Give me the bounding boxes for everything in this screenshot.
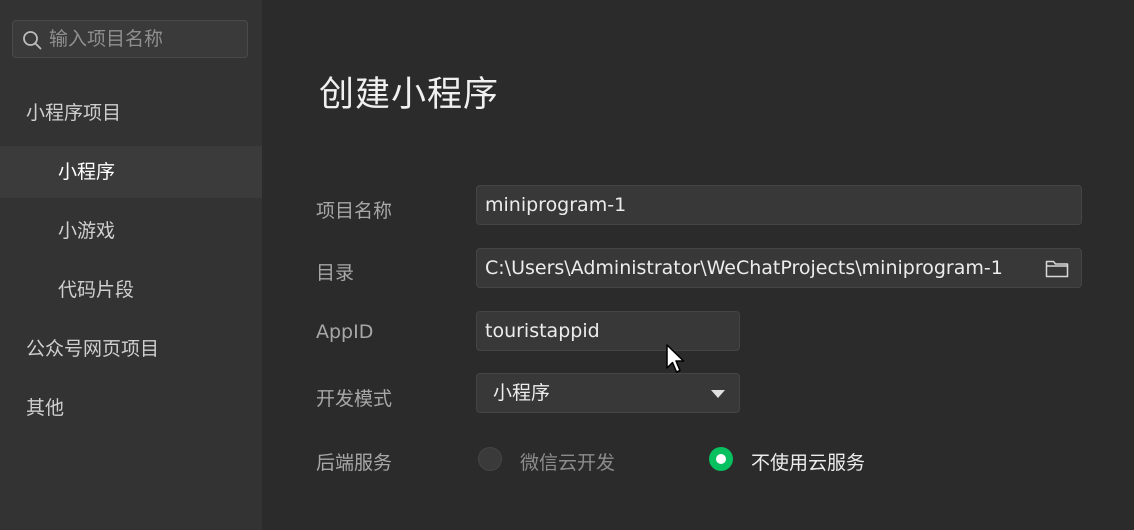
sidebar-item-other[interactable]: 其他: [0, 382, 262, 434]
search-box[interactable]: [12, 20, 248, 58]
directory-field[interactable]: C:\Users\Administrator\WeChatProjects\mi…: [476, 248, 1082, 288]
dev-mode-label: 开发模式: [316, 388, 393, 410]
dev-mode-select[interactable]: 小程序: [476, 373, 740, 413]
search-input[interactable]: [49, 25, 239, 53]
radio-wechat-cloud-label[interactable]: 微信云开发: [520, 448, 615, 475]
page-title: 创建小程序: [319, 75, 500, 115]
backend-label: 后端服务: [316, 452, 393, 474]
directory-label: 目录: [316, 262, 355, 284]
dev-mode-value: 小程序: [493, 382, 551, 404]
create-project-window: 小程序项目 小程序 小游戏 代码片段 公众号网页项目 其他 创建小程序 项目名称…: [0, 0, 1134, 530]
directory-value: C:\Users\Administrator\WeChatProjects\mi…: [485, 257, 1003, 279]
project-name-label: 项目名称: [316, 200, 393, 222]
appid-input[interactable]: [485, 313, 727, 349]
appid-label: AppID: [316, 321, 374, 343]
sidebar-item-code-snippet[interactable]: 代码片段: [0, 264, 262, 316]
folder-icon[interactable]: [1045, 258, 1069, 278]
sidebar-item-miniprogram-project[interactable]: 小程序项目: [0, 87, 262, 139]
project-name-field[interactable]: [476, 185, 1082, 225]
sidebar-item-minigame[interactable]: 小游戏: [0, 205, 262, 257]
sidebar-item-miniprogram[interactable]: 小程序: [0, 146, 262, 198]
chevron-down-icon: [711, 390, 725, 398]
radio-no-cloud-label[interactable]: 不使用云服务: [751, 448, 865, 475]
radio-no-cloud[interactable]: [709, 447, 733, 471]
main-panel: 创建小程序 项目名称 目录 C:\Users\Administrator\WeC…: [262, 0, 1134, 530]
project-name-input[interactable]: [485, 187, 1052, 223]
search-icon: [23, 31, 42, 50]
appid-field[interactable]: [476, 311, 740, 351]
sidebar-item-official-account-web[interactable]: 公众号网页项目: [0, 323, 262, 375]
sidebar: 小程序项目 小程序 小游戏 代码片段 公众号网页项目 其他: [0, 0, 262, 530]
radio-wechat-cloud[interactable]: [478, 447, 502, 471]
mouse-cursor-icon: [666, 344, 685, 373]
